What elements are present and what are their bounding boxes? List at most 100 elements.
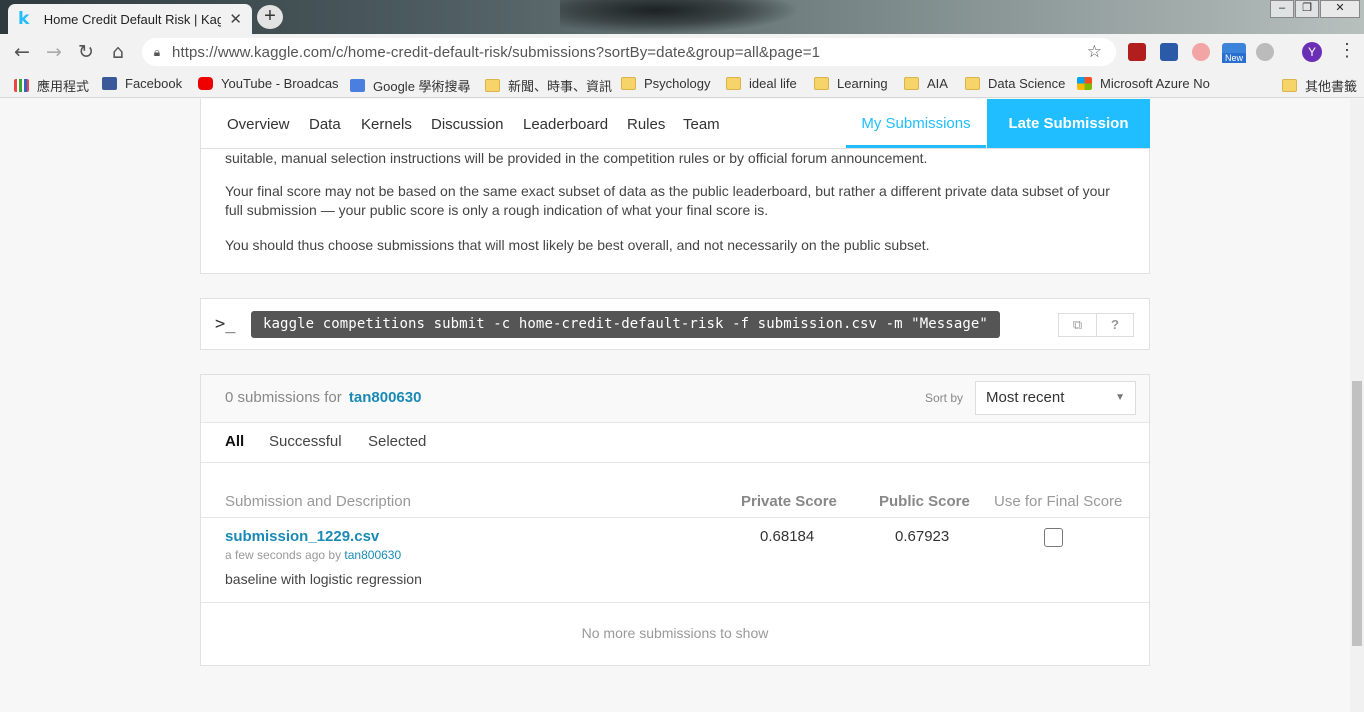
submissions-count-text: 0 submissions for	[225, 389, 342, 406]
column-header-use-for-final: Use for Final Score	[994, 493, 1123, 510]
forward-arrow-icon[interactable]: →	[42, 41, 66, 63]
use-for-final-checkbox[interactable]	[1044, 528, 1063, 547]
bookmark-folder-ideal-life[interactable]: ideal life	[726, 76, 797, 91]
submission-time: a few seconds ago by	[225, 548, 342, 562]
bookmark-folder-learning[interactable]: Learning	[814, 76, 888, 91]
close-tab-icon[interactable]: ✕	[229, 10, 242, 28]
reload-icon[interactable]: ↻	[74, 41, 98, 63]
terminal-icon: >_	[215, 314, 236, 334]
late-submission-button[interactable]: Late Submission	[987, 99, 1150, 148]
acrobat-extension-icon[interactable]	[1128, 43, 1146, 61]
facebook-icon	[102, 77, 117, 90]
tab-all[interactable]: All	[225, 433, 244, 450]
bookmark-star-icon[interactable]: ☆	[1087, 42, 1102, 62]
bookmark-folder-news[interactable]: 新聞、時事、資訊	[485, 76, 612, 95]
address-bar[interactable]: 🔒︎ https://www.kaggle.com/c/home-credit-…	[142, 38, 1116, 66]
bookmark-folder-data-science[interactable]: Data Science	[965, 76, 1065, 91]
bookmark-folder-aia[interactable]: AIA	[904, 76, 948, 91]
bookmark-microsoft-azure[interactable]: Microsoft Azure No	[1077, 76, 1217, 91]
tab-successful[interactable]: Successful	[269, 433, 342, 450]
tab-title: Home Credit Default Risk | Kaggle	[43, 11, 222, 27]
bookmark-apps[interactable]: 應用程式	[14, 76, 89, 95]
submissions-user-link[interactable]: tan800630	[349, 389, 422, 406]
bookmark-folder-other[interactable]: 其他書籤	[1282, 76, 1357, 95]
subnav-overview[interactable]: Overview	[227, 116, 290, 133]
help-button[interactable]: ?	[1096, 313, 1134, 337]
browser-menu-icon[interactable]: ⋮	[1338, 40, 1356, 61]
subnav-discussion[interactable]: Discussion	[431, 116, 504, 133]
tab-selected[interactable]: Selected	[368, 433, 426, 450]
competition-subnav: Overview Data Kernels Discussion Leaderb…	[200, 99, 1150, 149]
tab-my-submissions[interactable]: My Submissions	[846, 99, 986, 148]
info-paragraph: You should thus choose submissions that …	[225, 237, 930, 253]
page-content: Overview Data Kernels Discussion Leaderb…	[0, 99, 1350, 712]
folder-icon	[621, 77, 636, 90]
home-icon[interactable]: ⌂	[106, 41, 130, 63]
bookmark-label: Data Science	[988, 76, 1066, 91]
bookmark-label: YouTube - Broadcas	[221, 76, 339, 91]
browser-tab[interactable]: k Home Credit Default Risk | Kaggle ✕	[8, 4, 252, 34]
no-more-submissions-text: No more submissions to show	[581, 625, 769, 641]
subnav-data[interactable]: Data	[309, 116, 341, 133]
scrollbar-thumb[interactable]	[1352, 381, 1362, 646]
cast-extension-icon[interactable]	[1192, 43, 1210, 61]
subnav-leaderboard[interactable]: Leaderboard	[523, 116, 608, 133]
folder-icon	[965, 77, 980, 90]
chevron-down-icon: ▼	[1115, 392, 1125, 403]
column-header-public-score[interactable]: Public Score	[879, 493, 970, 510]
close-window-button[interactable]: ✕	[1320, 0, 1360, 18]
bookmark-folder-psychology[interactable]: Psychology	[621, 76, 710, 91]
bookmark-label: Google 學術搜尋	[373, 79, 471, 94]
submission-meta: a few seconds ago by tan800630	[225, 548, 401, 562]
api-command-text[interactable]: kaggle competitions submit -c home-credi…	[251, 311, 1000, 338]
folder-icon	[1282, 79, 1297, 92]
submission-description: baseline with logistic regression	[225, 571, 422, 587]
bookmark-label: Learning	[837, 76, 888, 91]
bookmark-youtube[interactable]: YouTube - Broadcas	[198, 76, 339, 91]
back-arrow-icon[interactable]: ←	[10, 41, 34, 63]
bookmark-label: 應用程式	[37, 79, 90, 94]
url-text[interactable]: https://www.kaggle.com/c/home-credit-def…	[172, 44, 820, 61]
apps-grid-icon	[14, 79, 29, 92]
profile-avatar[interactable]: Y	[1302, 42, 1322, 62]
copy-icon[interactable]: ⧉	[1058, 313, 1096, 337]
column-header-private-score[interactable]: Private Score	[741, 493, 837, 510]
submission-filename-link[interactable]: submission_1229.csv	[225, 528, 379, 545]
divider	[201, 517, 1149, 518]
info-paragraph: Your final score may not be based on the…	[225, 183, 1110, 218]
new-tab-button[interactable]: +	[257, 5, 283, 29]
folder-icon	[904, 77, 919, 90]
kaggle-favicon-icon: k	[18, 9, 30, 29]
lock-icon: 🔒︎	[153, 44, 161, 59]
bookmark-google-scholar[interactable]: Google 學術搜尋	[350, 76, 471, 95]
new-extension-icon[interactable]: New	[1222, 43, 1246, 63]
subnav-rules[interactable]: Rules	[627, 116, 665, 133]
user-extension-icon[interactable]	[1256, 43, 1274, 61]
private-score-value: 0.68184	[760, 528, 815, 545]
subnav-team[interactable]: Team	[683, 116, 720, 133]
submissions-count: 0 submissions for tan800630	[225, 389, 421, 406]
new-badge: New	[1222, 53, 1246, 63]
api-command-card: >_ kaggle competitions submit -c home-cr…	[200, 298, 1150, 350]
youtube-icon	[198, 77, 213, 90]
minimize-window-button[interactable]: –	[1270, 0, 1294, 18]
sort-select[interactable]: Most recent ▼	[975, 381, 1136, 415]
restore-window-button[interactable]: ❐	[1295, 0, 1319, 18]
google-scholar-icon	[350, 79, 365, 92]
bookmark-label: AIA	[927, 76, 948, 91]
subnav-kernels[interactable]: Kernels	[361, 116, 412, 133]
theme-artwork	[560, 0, 800, 34]
submissions-card: 0 submissions for tan800630 Sort by Most…	[200, 374, 1150, 666]
bookmark-facebook[interactable]: Facebook	[102, 76, 182, 91]
page-scrollbar[interactable]	[1350, 99, 1364, 712]
sort-label: Sort by	[925, 391, 964, 405]
folder-icon	[485, 79, 500, 92]
public-score-value: 0.67923	[895, 528, 950, 545]
office-extension-icon[interactable]	[1160, 43, 1178, 61]
final-score-info-card: suitable, manual selection instructions …	[200, 149, 1150, 274]
divider	[201, 602, 1149, 603]
bookmark-label: 其他書籤	[1305, 79, 1358, 94]
sort-select-value: Most recent	[986, 389, 1065, 406]
submission-author-link[interactable]: tan800630	[344, 548, 401, 562]
folder-icon	[726, 77, 741, 90]
